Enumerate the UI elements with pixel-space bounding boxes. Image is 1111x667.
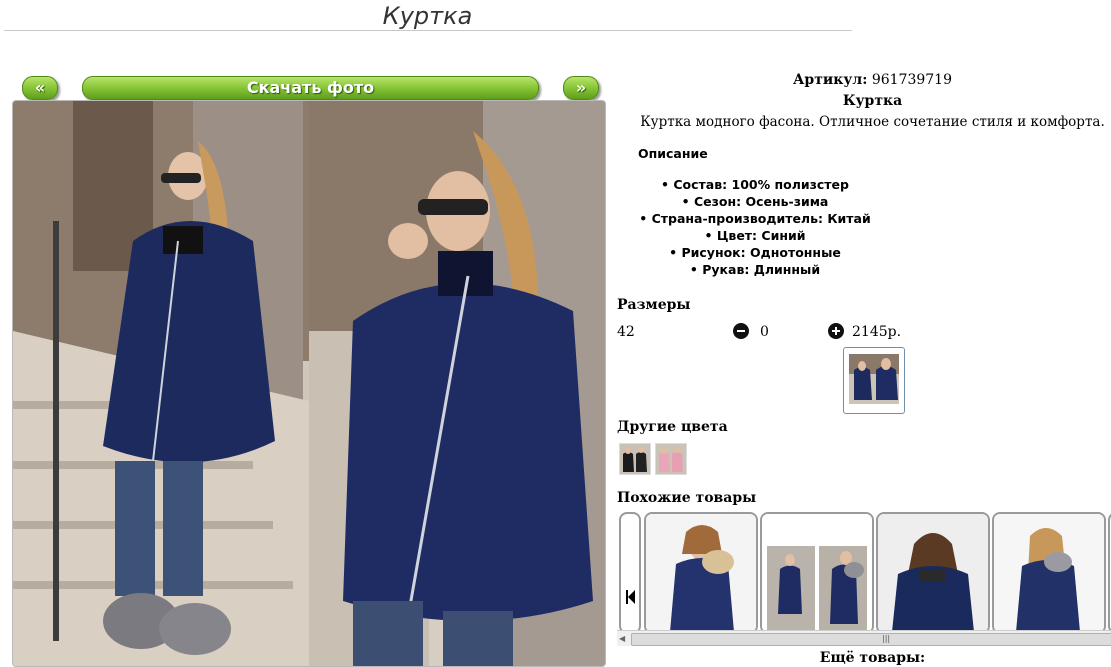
selected-photo-thumbnail[interactable] [843,347,905,414]
title-divider [4,30,852,31]
scrollbar-grip-icon: ||| [882,634,891,643]
property-item: • Рисунок: Однотонные [669,245,841,260]
carousel-scrollbar[interactable]: ◀ ||| [617,630,1111,646]
color-swatch[interactable] [655,443,687,475]
sku-line: Артикул: 961739719 [700,72,1045,88]
similar-product-card[interactable] [644,512,758,634]
swatch-image [656,444,686,474]
product-photo-image [13,101,605,666]
similar-product-card[interactable] [876,512,990,634]
size-value: 42 [617,324,635,340]
more-products-heading: Ещё товары: [819,650,926,666]
property-item: • Рукав: Длинный [689,262,821,277]
price-value: 2145р. [852,324,902,340]
scrollbar-thumb[interactable]: ||| [631,633,1111,646]
next-photo-button[interactable]: » [563,76,599,100]
similar-product-image [994,514,1104,632]
color-swatch[interactable] [619,443,651,475]
similar-products-carousel[interactable] [617,512,1111,644]
swatch-image [620,444,650,474]
property-item: • Состав: 100% полизстер [661,177,849,192]
property-list: • Состав: 100% полизстер • Сезон: Осень-… [620,176,890,278]
carousel-prev-button[interactable] [619,512,641,634]
similar-product-card[interactable] [760,512,874,634]
quantity-value: 0 [760,324,769,340]
similar-product-image [646,514,756,632]
scroll-left-arrow-icon[interactable]: ◀ [619,634,625,643]
plus-circle-icon[interactable] [828,323,844,339]
description-heading: Описание [638,146,708,161]
minus-circle-icon[interactable] [733,323,749,339]
similar-product-image [878,514,988,632]
property-item: • Страна-производитель: Китай [639,211,871,226]
similar-product-image [762,514,872,632]
property-item: • Цвет: Синий [704,228,806,243]
property-item: • Сезон: Осень-зима [681,194,829,209]
product-name: Куртка [842,93,903,109]
main-product-photo[interactable] [12,100,606,667]
sizes-heading: Размеры [617,297,691,313]
sku-label: Артикул: [793,72,868,88]
similar-products-heading: Похожие товары [617,490,757,506]
prev-photo-button[interactable]: « [22,76,58,100]
thumbnail-image [849,354,899,404]
sku-value: 961739719 [871,72,952,88]
similar-product-card[interactable] [992,512,1106,634]
download-photo-button[interactable]: Скачать фото [82,76,539,100]
skip-back-icon [626,590,635,604]
page-title: Куртка [382,2,473,30]
other-colors-heading: Другие цвета [617,419,728,435]
product-description: Куртка модного фасона. Отличное сочетани… [640,114,1105,130]
